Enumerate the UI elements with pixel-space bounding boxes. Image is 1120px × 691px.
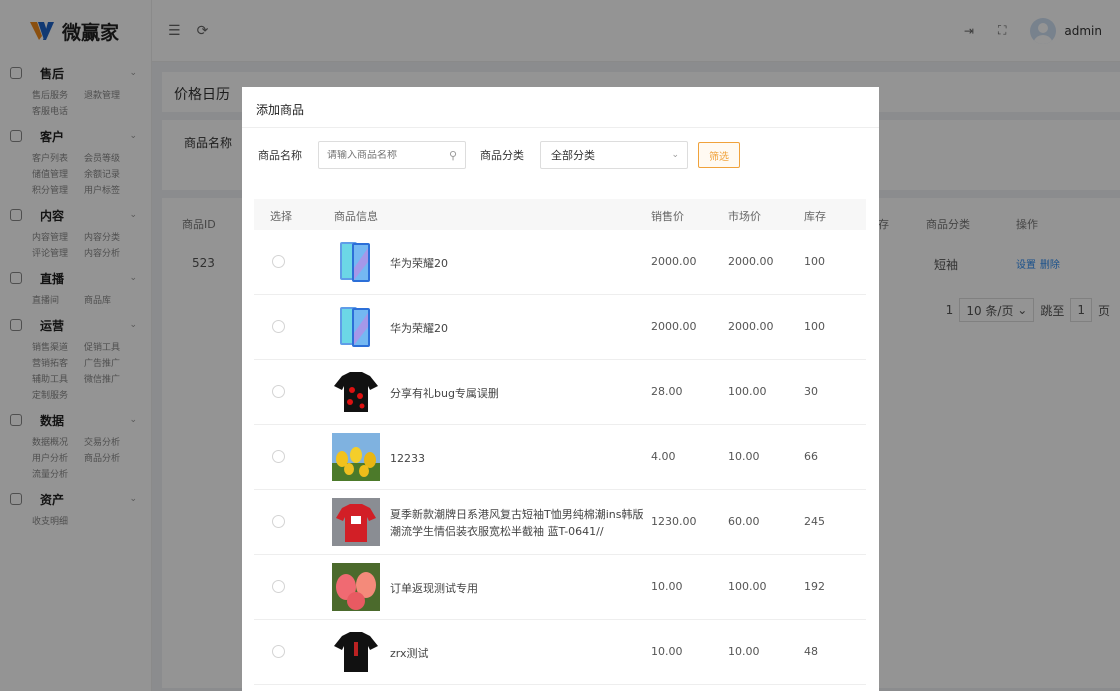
select-radio[interactable] [272, 580, 285, 593]
product-name: 12233 [390, 452, 425, 465]
name-label: 商品名称 [258, 149, 302, 162]
market-price: 2000.00 [728, 255, 774, 268]
table-row[interactable]: 12233 4.00 10.00 66 [254, 425, 866, 490]
table-row[interactable]: 订单返现测试专用 10.00 100.00 192 [254, 555, 866, 620]
product-name: 华为荣耀20 [390, 322, 448, 335]
search-input[interactable] [327, 149, 449, 161]
product-thumbnail [332, 238, 380, 286]
product-name: 分享有礼bug专属误删 [390, 387, 499, 400]
stock-count: 100 [804, 320, 825, 333]
sale-price: 2000.00 [651, 320, 697, 333]
product-thumbnail [332, 628, 380, 676]
product-thumbnail [332, 433, 380, 481]
stock-count: 245 [804, 515, 825, 528]
market-price: 100.00 [728, 385, 767, 398]
sale-price: 1230.00 [651, 515, 697, 528]
th-stock: 库存 [804, 210, 826, 223]
select-radio[interactable] [272, 450, 285, 463]
product-thumbnail [332, 368, 380, 416]
select-radio[interactable] [272, 255, 285, 268]
market-price: 60.00 [728, 515, 760, 528]
th-info: 商品信息 [334, 210, 378, 223]
search-icon[interactable]: ⚲ [449, 149, 457, 162]
add-goods-modal: 添加商品 商品名称 ⚲ 商品分类 全部分类 ⌄ 筛选 选择 商品信息 销售价 市… [242, 87, 879, 691]
product-name: zrx测试 [390, 647, 429, 660]
table-row[interactable]: 分享有礼bug专属误删 28.00 100.00 30 [254, 360, 866, 425]
table-row[interactable]: 华为荣耀20 2000.00 2000.00 100 [254, 295, 866, 360]
sale-price: 28.00 [651, 385, 683, 398]
sale-price: 2000.00 [651, 255, 697, 268]
stock-count: 100 [804, 255, 825, 268]
sale-price: 10.00 [651, 645, 683, 658]
table-body: 华为荣耀20 2000.00 2000.00 100 华为荣耀20 2000.00 2000… [254, 230, 866, 685]
select-radio[interactable] [272, 515, 285, 528]
stock-count: 48 [804, 645, 818, 658]
table-row[interactable]: zrx测试 10.00 10.00 48 [254, 620, 866, 685]
th-market: 市场价 [728, 210, 761, 223]
goods-name-search[interactable]: ⚲ [318, 141, 466, 169]
sale-price: 10.00 [651, 580, 683, 593]
modal-filter-bar: 商品名称 ⚲ 商品分类 全部分类 ⌄ 筛选 [258, 141, 740, 169]
category-label: 商品分类 [480, 149, 524, 162]
table-row[interactable]: 夏季新款潮牌日系港风复古短袖T恤男纯棉潮ins韩版潮流学生情侣装衣服宽松半截袖 … [254, 490, 866, 555]
product-thumbnail [332, 563, 380, 611]
stock-count: 30 [804, 385, 818, 398]
select-radio[interactable] [272, 385, 285, 398]
product-thumbnail [332, 303, 380, 351]
table-header: 选择 商品信息 销售价 市场价 库存 [254, 199, 866, 230]
th-select: 选择 [270, 210, 292, 223]
sale-price: 4.00 [651, 450, 676, 463]
product-name: 订单返现测试专用 [390, 582, 478, 595]
market-price: 100.00 [728, 580, 767, 593]
modal-title: 添加商品 [242, 87, 879, 128]
select-radio[interactable] [272, 320, 285, 333]
select-radio[interactable] [272, 645, 285, 658]
filter-button[interactable]: 筛选 [698, 142, 740, 168]
chevron-down-icon: ⌄ [671, 150, 679, 160]
market-price: 10.00 [728, 645, 760, 658]
stock-count: 66 [804, 450, 818, 463]
category-value: 全部分类 [551, 149, 595, 162]
product-name: 华为荣耀20 [390, 257, 448, 270]
market-price: 10.00 [728, 450, 760, 463]
stock-count: 192 [804, 580, 825, 593]
category-select[interactable]: 全部分类 ⌄ [540, 141, 688, 169]
table-row[interactable]: 华为荣耀20 2000.00 2000.00 100 [254, 230, 866, 295]
market-price: 2000.00 [728, 320, 774, 333]
goods-select-table: 选择 商品信息 销售价 市场价 库存 华为荣耀20 2000.00 2000.00 1… [254, 199, 866, 685]
th-sale: 销售价 [651, 210, 684, 223]
product-thumbnail [332, 498, 380, 546]
product-name: 夏季新款潮牌日系港风复古短袖T恤男纯棉潮ins韩版潮流学生情侣装衣服宽松半截袖 … [390, 508, 644, 538]
